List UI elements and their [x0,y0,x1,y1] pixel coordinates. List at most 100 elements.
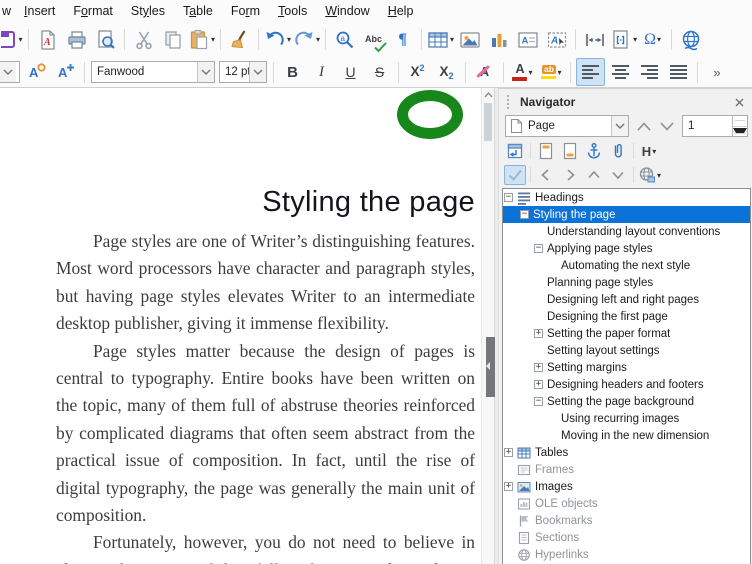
paste-button[interactable]: ▾ [188,27,215,53]
spin-up-icon[interactable] [733,116,747,127]
overflow-button[interactable]: » [703,59,730,85]
tree-item[interactable]: +Setting the paper format [503,325,750,342]
print-preview-button[interactable] [92,27,119,53]
tree-item[interactable]: +Tables [503,444,750,461]
page-number-spinner[interactable]: 1 [682,115,748,137]
spinner-buttons[interactable] [732,116,747,136]
footer-button[interactable] [559,141,581,161]
new-style-button[interactable]: A [52,59,79,85]
tree-item[interactable]: Designing left and right pages [503,291,750,308]
dropdown-arrow-icon[interactable] [0,62,16,82]
dropdown-caret-icon[interactable]: ▾ [316,35,320,44]
menu-w[interactable]: w [0,1,15,21]
scroll-up-icon[interactable] [482,88,494,102]
expander-minus-icon[interactable]: − [520,210,529,219]
tree-item[interactable]: Moving in the new dimension [503,427,750,444]
tree-item[interactable]: −Styling the page [503,206,750,223]
print-button[interactable] [63,27,90,53]
clear-formatting-button[interactable]: A [471,59,498,85]
insert-pagebreak-button[interactable] [581,27,608,53]
dropdown-caret-icon[interactable]: ▾ [211,35,215,44]
redo-button[interactable]: ▾ [293,27,320,53]
undo-button[interactable]: ▾ [264,27,291,53]
font-color-button[interactable]: A▾ [509,59,536,85]
header-button[interactable] [535,141,557,161]
dropdown-caret-icon[interactable]: ▾ [652,147,656,156]
expander-plus-icon[interactable]: + [534,363,543,372]
tree-item[interactable]: Frames [503,461,750,478]
highlight-color-button[interactable]: ab▾ [538,59,565,85]
tree-item[interactable]: −Applying page styles [503,240,750,257]
insert-image-button[interactable] [456,27,483,53]
insert-table-button[interactable]: ▾ [427,27,454,53]
tree-item[interactable]: Planning page styles [503,274,750,291]
tree-item[interactable]: Understanding layout conventions [503,223,750,240]
dropdown-caret-icon[interactable]: ▾ [528,68,532,77]
font-name-combo[interactable]: Fanwood [91,61,215,83]
menu-table[interactable]: Table [174,1,222,21]
justify-button[interactable] [665,59,692,85]
cut-button[interactable] [130,27,157,53]
tree-item[interactable]: Bookmarks [503,512,750,529]
drag-mode-button[interactable]: ▾ [638,165,661,185]
tree-item[interactable]: Using recurring images [503,410,750,427]
menu-tools[interactable]: Tools [269,1,316,21]
document-area[interactable]: Styling the page Page styles are one of … [0,88,481,564]
insert-field-button[interactable]: ▾ [610,27,637,53]
dropdown-caret-icon[interactable]: ▾ [287,35,291,44]
tree-item[interactable]: Hyperlinks [503,546,750,563]
spin-down-icon[interactable] [733,127,747,137]
dropdown-arrow-icon[interactable] [611,116,628,136]
save-button[interactable]: ▾ [1,27,23,53]
dropdown-arrow-icon[interactable] [197,62,214,82]
sidebar-splitter-handle[interactable] [486,337,495,397]
italic-button[interactable]: I [308,59,335,85]
menu-insert[interactable]: Insert [15,1,64,21]
green-circle-shape[interactable] [397,90,463,139]
tree-item[interactable]: Designing the first page [503,308,750,325]
subscript-button[interactable]: X2 [433,59,460,85]
dropdown-caret-icon[interactable]: ▾ [657,35,661,44]
menu-help[interactable]: Help [379,1,423,21]
close-icon[interactable] [733,96,746,109]
dropdown-arrow-icon[interactable] [249,62,266,82]
anchor-text-button[interactable] [583,141,605,161]
font-size-combo[interactable]: 12 pt [219,61,267,83]
tree-item[interactable]: +Designing headers and footers [503,376,750,393]
menu-form[interactable]: Form [222,1,269,21]
tree-item[interactable]: OLE objects [503,495,750,512]
expander-plus-icon[interactable]: + [504,482,513,491]
underline-button[interactable]: U [337,59,364,85]
dropdown-caret-icon[interactable]: ▾ [657,171,661,180]
expander-minus-icon[interactable]: − [534,244,543,253]
expander-plus-icon[interactable]: + [504,448,513,457]
toggle-master-view-button[interactable] [504,141,526,161]
tree-item[interactable]: Automating the next style [503,257,750,274]
align-left-button[interactable] [576,58,605,86]
hyperlink-button[interactable] [677,27,704,53]
panel-grip-icon[interactable] [507,95,512,109]
expander-minus-icon[interactable]: − [534,397,543,406]
next-page-button[interactable] [656,116,677,137]
document-scrollbar[interactable] [481,88,494,564]
tree-item[interactable]: −Setting the page background [503,393,750,410]
menu-styles[interactable]: Styles [122,1,174,21]
formatting-marks-button[interactable]: ¶ [389,27,416,53]
tree-item[interactable]: Sections [503,529,750,546]
previous-page-button[interactable] [633,116,654,137]
previous-item-button[interactable] [535,165,557,185]
copy-button[interactable] [159,27,186,53]
navigate-by-combo[interactable]: Page [505,115,629,137]
export-pdf-button[interactable]: A [34,27,61,53]
find-replace-button[interactable]: a [331,27,358,53]
expander-minus-icon[interactable]: − [504,193,513,202]
menu-format[interactable]: Format [64,1,122,21]
draw-functions-button[interactable]: A [543,27,570,53]
dropdown-caret-icon[interactable]: ▾ [18,35,22,44]
update-style-button[interactable]: A [23,59,50,85]
expander-plus-icon[interactable]: + [534,329,543,338]
tree-item[interactable]: −Headings [503,189,750,206]
dropdown-caret-icon[interactable]: ▾ [450,35,454,44]
menu-window[interactable]: Window [316,1,378,21]
spellcheck-button[interactable]: Abc [360,27,387,53]
